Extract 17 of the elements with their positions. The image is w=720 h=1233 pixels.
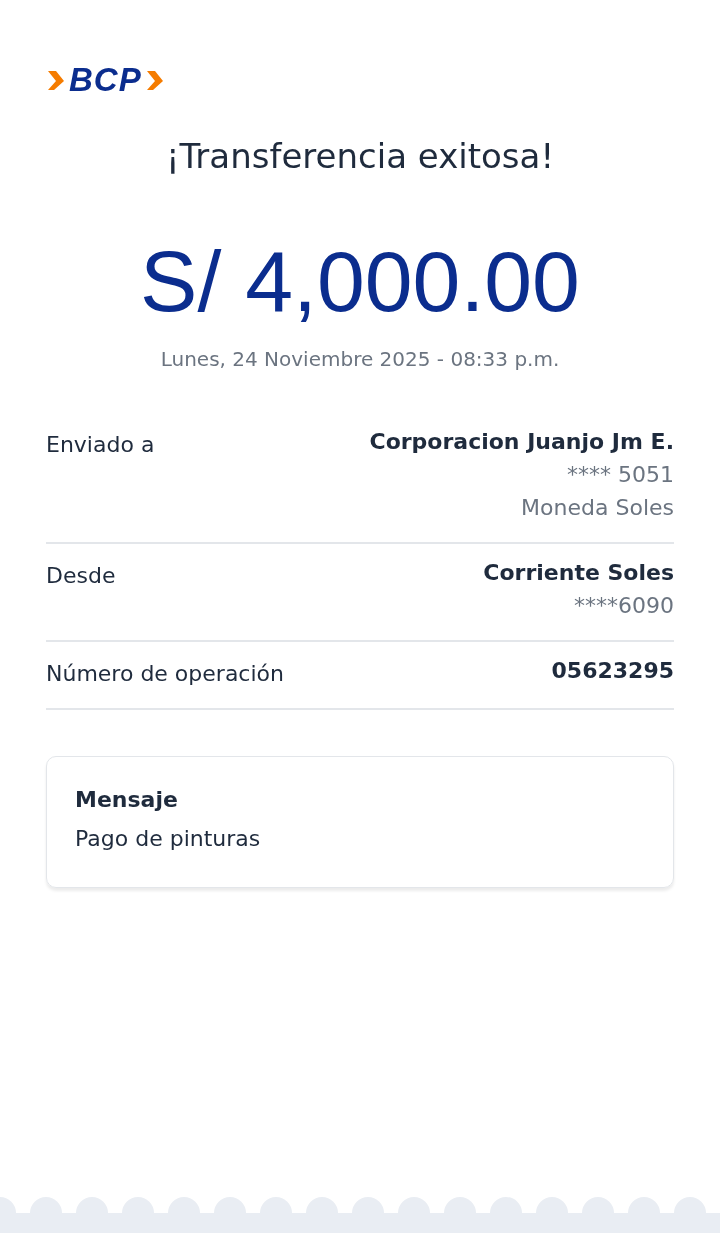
detail-value: Corriente Soles [483,559,674,585]
transfer-date: Lunes, 24 Noviembre 2025 - 08:33 p.m. [159,346,561,371]
detail-value: 05623295 [551,657,674,683]
message-text: Pago de pinturas [75,825,261,851]
success-title: ¡Transferencia exitosa! [164,136,555,176]
detail-label: Número de operación [46,659,284,686]
detail-value: Moneda Soles [521,494,674,520]
detail-label: Desde [46,561,116,590]
detail-value: **** 5051 [567,461,674,487]
transfer-amount: S/ 4,000.00 [139,234,581,329]
detail-value: Corporacion Juanjo Jm E. [369,428,674,454]
bank-logo: BCP [69,61,142,99]
chevron-icon [144,68,165,92]
detail-label: Enviado a [46,430,155,459]
message-heading: Mensaje [75,786,178,812]
detail-value: ****6090 [574,592,674,618]
chevron-icon [46,68,66,92]
